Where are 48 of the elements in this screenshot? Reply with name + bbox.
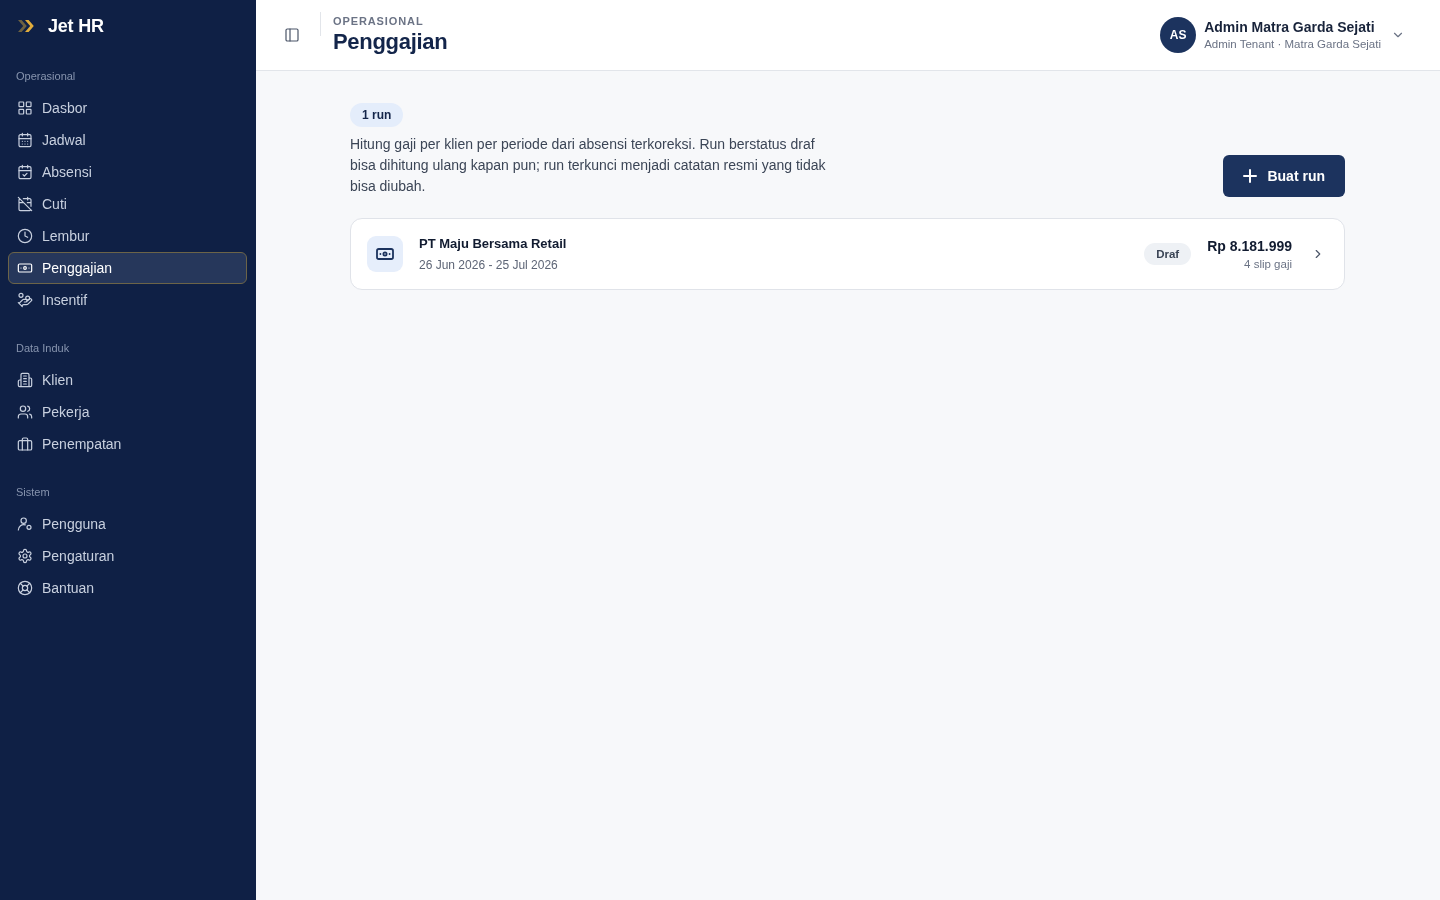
avatar[interactable]: AS [1160,17,1197,53]
create-run-button[interactable]: Buat run [1223,155,1345,197]
section-label: Operasional [15,69,77,84]
page-title: Penggajian [333,28,448,56]
nav-item[interactable]: Jadwal [8,124,247,156]
nav-item[interactable]: Pekerja [8,396,247,428]
nav-item[interactable]: Klien [8,364,247,396]
breadcrumb-section: OPERASIONAL [333,14,448,28]
hand-coins-icon [17,292,33,308]
nav-item[interactable]: Penempatan [8,428,247,460]
pay-period: 26 Jun 2026 - 25 Jul 2026 [419,257,559,273]
settings-icon [17,548,33,564]
banknote-icon [367,236,403,272]
status-badge: Draf [1144,243,1192,265]
lifebuoy-icon [17,580,33,596]
nav-item[interactable]: Cuti [8,188,247,220]
grid-icon [17,100,33,116]
nav-item[interactable]: Bantuan [8,572,247,604]
users-icon [17,404,33,420]
slip-count: 4 slip gaji [1244,256,1292,272]
user-role: Admin Tenant · Matra Garda Sejati [1204,37,1381,52]
nav-item[interactable]: Penggajian [8,252,247,284]
count-badge: 1 run [350,103,404,127]
calendar-check-icon [17,164,33,180]
calendar-off-icon [17,196,33,212]
briefcase-icon [17,436,33,452]
calendar-icon [17,132,33,148]
clock-icon [17,228,33,244]
total-amount: Rp 8.181.999 [1207,236,1292,255]
nav-item[interactable]: Dasbor [8,92,247,124]
nav-item[interactable]: Pengguna [8,508,247,540]
page-description: Hitung gaji per klien per periode dari absensi terkoreksi. Run berstatus draf bisa dihitung ulang kapan pun; run terkunci menjadi catatan resmi yang tidak bisa diubah. [350,135,827,196]
section-label: Sistem [15,485,51,500]
nav-item[interactable]: Pengaturan [8,540,247,572]
nav-item[interactable]: Lembur [8,220,247,252]
nav-item[interactable]: Insentif [8,284,247,316]
user-name: Admin Matra Garda Sejati [1204,18,1376,36]
plus-icon [1243,169,1258,183]
nav-item[interactable]: Absensi [8,156,247,188]
brand-name: Jet HR [48,15,104,37]
section-label: Data Induk [15,341,71,356]
sidebar-toggle-icon[interactable] [284,27,300,43]
banknote-icon [17,260,33,276]
building-icon [17,372,33,388]
payroll-run-card[interactable]: PT Maju Bersama Retail 26 Jun 2026 - 25 Jul 2026 Draf Rp 8.181.999 4 slip gaji [350,218,1345,290]
double-chevron-icon [17,20,35,32]
user-icon [17,516,33,532]
client-name: PT Maju Bersama Retail [419,235,567,252]
